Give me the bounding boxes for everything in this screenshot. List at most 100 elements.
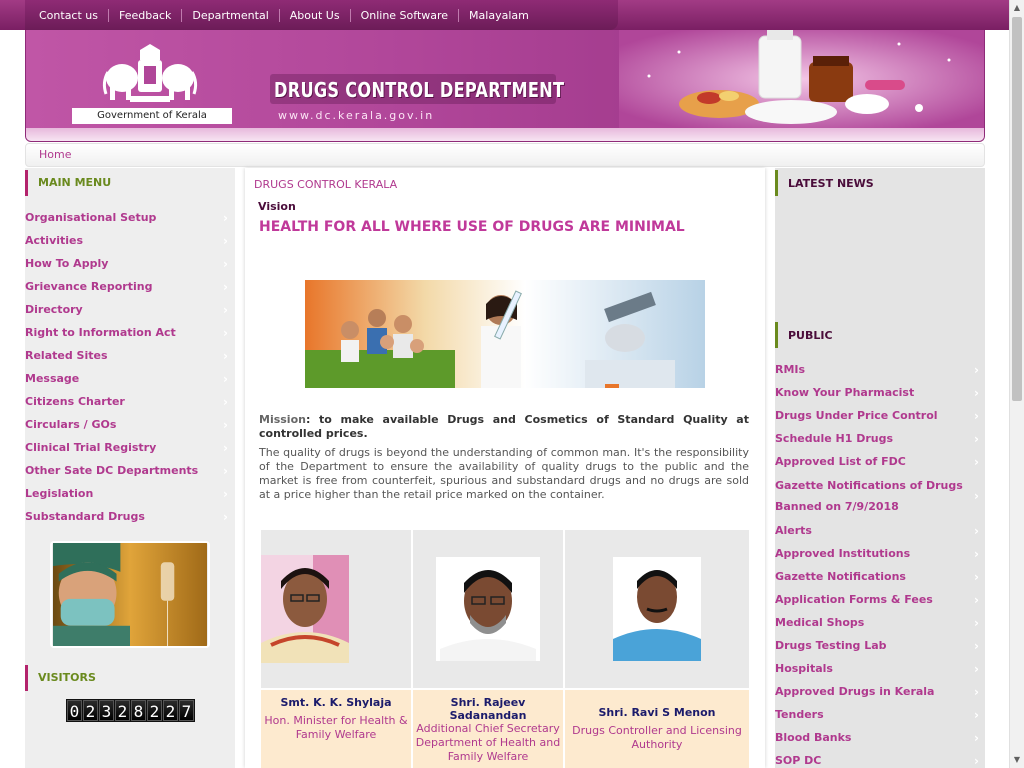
nav-feedback[interactable]: Feedback (109, 8, 183, 22)
chevron-right-icon: › (223, 325, 228, 340)
chevron-right-icon: › (223, 509, 228, 524)
mission-text: : to make available Drugs and Cosmetics … (259, 413, 749, 440)
menu-item-citizens-charter[interactable]: Citizens Charter › (25, 390, 235, 413)
breadcrumb: Home (25, 143, 985, 167)
official-name: Smt. K. K. Shylaja (280, 696, 392, 709)
public-item-schedule-h1[interactable]: Schedule H1 Drugs › (775, 427, 985, 450)
public-item-drugs-price-control[interactable]: Drugs Under Price Control › (775, 404, 985, 427)
public-heading: PUBLIC (775, 320, 985, 350)
official-card: Shri. Ravi S Menon Drugs Controller and … (565, 530, 749, 768)
minister-photo (261, 555, 349, 663)
visitor-counter-digit: 7 (179, 700, 194, 721)
chevron-right-icon: › (974, 362, 979, 377)
main-menu: Organisational Setup › Activities › How To… (25, 206, 235, 528)
menu-item-circulars[interactable]: Circulars / GOs › (25, 413, 235, 436)
public-item-alerts[interactable]: Alerts › (775, 519, 985, 542)
menu-item-message[interactable]: Message › (25, 367, 235, 390)
public-item-approved-fdc[interactable]: Approved List of FDC › (775, 450, 985, 473)
scroll-up-arrow-icon[interactable]: ▲ (1010, 0, 1024, 16)
menu-item-clinical-trial-registry[interactable]: Clinical Trial Registry › (25, 436, 235, 459)
chevron-right-icon: › (974, 489, 979, 503)
public-item-hospitals[interactable]: Hospitals › (775, 657, 985, 680)
visitor-counter-digit: 2 (83, 700, 98, 721)
public-item-know-your-pharmacist[interactable]: Know Your Pharmacist › (775, 381, 985, 404)
content-title: DRUGS CONTROL KERALA (254, 178, 398, 191)
menu-item-directory[interactable]: Directory › (25, 298, 235, 321)
public-item-medical-shops[interactable]: Medical Shops › (775, 611, 985, 634)
chevron-right-icon: › (223, 348, 228, 363)
chevron-right-icon: › (974, 454, 979, 469)
official-role: Additional Chief Secretary Department of… (415, 722, 561, 763)
department-title: DRUGS CONTROL DEPARTMENT (274, 78, 565, 102)
chevron-right-icon: › (974, 684, 979, 699)
health-banner-image (305, 280, 705, 388)
public-item-tenders[interactable]: Tenders › (775, 703, 985, 726)
public-item-approved-institutions[interactable]: Approved Institutions › (775, 542, 985, 565)
main-content: DRUGS CONTROL KERALA Vision HEALTH FOR A… (245, 168, 765, 768)
nurse-photo (50, 541, 210, 648)
chevron-right-icon: › (974, 546, 979, 561)
visitor-counter-digit: 2 (147, 700, 162, 721)
chevron-right-icon: › (974, 523, 979, 538)
public-item-drugs-testing-lab[interactable]: Drugs Testing Lab › (775, 634, 985, 657)
menu-item-rti[interactable]: Right to Information Act › (25, 321, 235, 344)
vertical-scrollbar[interactable]: ▲ ▼ (1009, 0, 1024, 768)
main-menu-heading: MAIN MENU (25, 168, 235, 196)
menu-item-substandard-drugs[interactable]: Substandard Drugs › (25, 505, 235, 528)
top-bar: Contact us Feedback Departmental About U… (0, 0, 1009, 30)
official-card: Smt. K. K. Shylaja Hon. Minister for Hea… (261, 530, 411, 768)
nav-online-software[interactable]: Online Software (351, 8, 460, 22)
menu-item-organisational-setup[interactable]: Organisational Setup › (25, 206, 235, 229)
latest-news-heading: LATEST NEWS (775, 168, 985, 198)
official-name: Shri. Ravi S Menon (598, 706, 716, 719)
mission-statement: Mission: to make available Drugs and Cos… (259, 413, 749, 441)
chevron-right-icon: › (223, 394, 228, 409)
visitor-counter: 02328227 (66, 699, 195, 722)
quality-paragraph: The quality of drugs is beyond the under… (259, 446, 749, 501)
scroll-down-arrow-icon[interactable]: ▼ (1010, 752, 1024, 768)
public-item-approved-drugs[interactable]: Approved Drugs in Kerala › (775, 680, 985, 703)
department-url: www.dc.kerala.gov.in (278, 109, 435, 122)
menu-item-how-to-apply[interactable]: How To Apply › (25, 252, 235, 275)
nav-malayalam[interactable]: Malayalam (459, 9, 539, 22)
chevron-right-icon: › (974, 408, 979, 423)
public-item-rmis[interactable]: RMIs › (775, 358, 985, 381)
kerala-emblem-block: Government of Kerala (72, 38, 232, 124)
nav-contact-us[interactable]: Contact us (29, 8, 109, 22)
visitors-section: VISITORS (25, 663, 235, 691)
menu-item-other-state-dc[interactable]: Other Sate DC Departments › (25, 459, 235, 482)
nav-about-us[interactable]: About Us (280, 8, 351, 22)
chevron-right-icon: › (974, 569, 979, 584)
nav-departmental[interactable]: Departmental (182, 8, 280, 22)
menu-item-legislation[interactable]: Legislation › (25, 482, 235, 505)
chevron-right-icon: › (223, 233, 228, 248)
public-item-gazette-notifications[interactable]: Gazette Notifications › (775, 565, 985, 588)
public-item-blood-banks[interactable]: Blood Banks › (775, 726, 985, 749)
visitor-counter-digit: 0 (67, 700, 82, 721)
chevron-right-icon: › (223, 440, 228, 455)
chevron-right-icon: › (223, 279, 228, 294)
visitors-heading: VISITORS (25, 663, 235, 691)
chevron-right-icon: › (974, 753, 979, 768)
mission-label: Mission (259, 413, 306, 426)
official-card: Shri. Rajeev Sadanandan Additional Chief… (413, 530, 563, 768)
public-item-sop-dc[interactable]: SOP DC › (775, 749, 985, 768)
drugs-controller-photo (613, 557, 701, 661)
chevron-right-icon: › (974, 638, 979, 653)
chevron-right-icon: › (223, 210, 228, 225)
menu-item-related-sites[interactable]: Related Sites › (25, 344, 235, 367)
menu-item-activities[interactable]: Activities › (25, 229, 235, 252)
chevron-right-icon: › (223, 486, 228, 501)
official-role: Drugs Controller and Licensing Authority (572, 724, 742, 751)
chevron-right-icon: › (974, 385, 979, 400)
top-navigation: Contact us Feedback Departmental About U… (25, 0, 618, 30)
latest-news-ticker (775, 200, 985, 318)
chevron-right-icon: › (974, 615, 979, 630)
breadcrumb-home-link[interactable]: Home (39, 148, 71, 161)
scrollbar-thumb[interactable] (1012, 17, 1022, 401)
public-menu: RMIs › Know Your Pharmacist › Drugs Under … (775, 358, 985, 768)
chevron-right-icon: › (974, 661, 979, 676)
menu-item-grievance-reporting[interactable]: Grievance Reporting › (25, 275, 235, 298)
public-item-application-forms[interactable]: Application Forms & Fees › (775, 588, 985, 611)
public-item-gazette-banned[interactable]: Gazette Notifications of Drugs Banned on… (775, 473, 985, 519)
